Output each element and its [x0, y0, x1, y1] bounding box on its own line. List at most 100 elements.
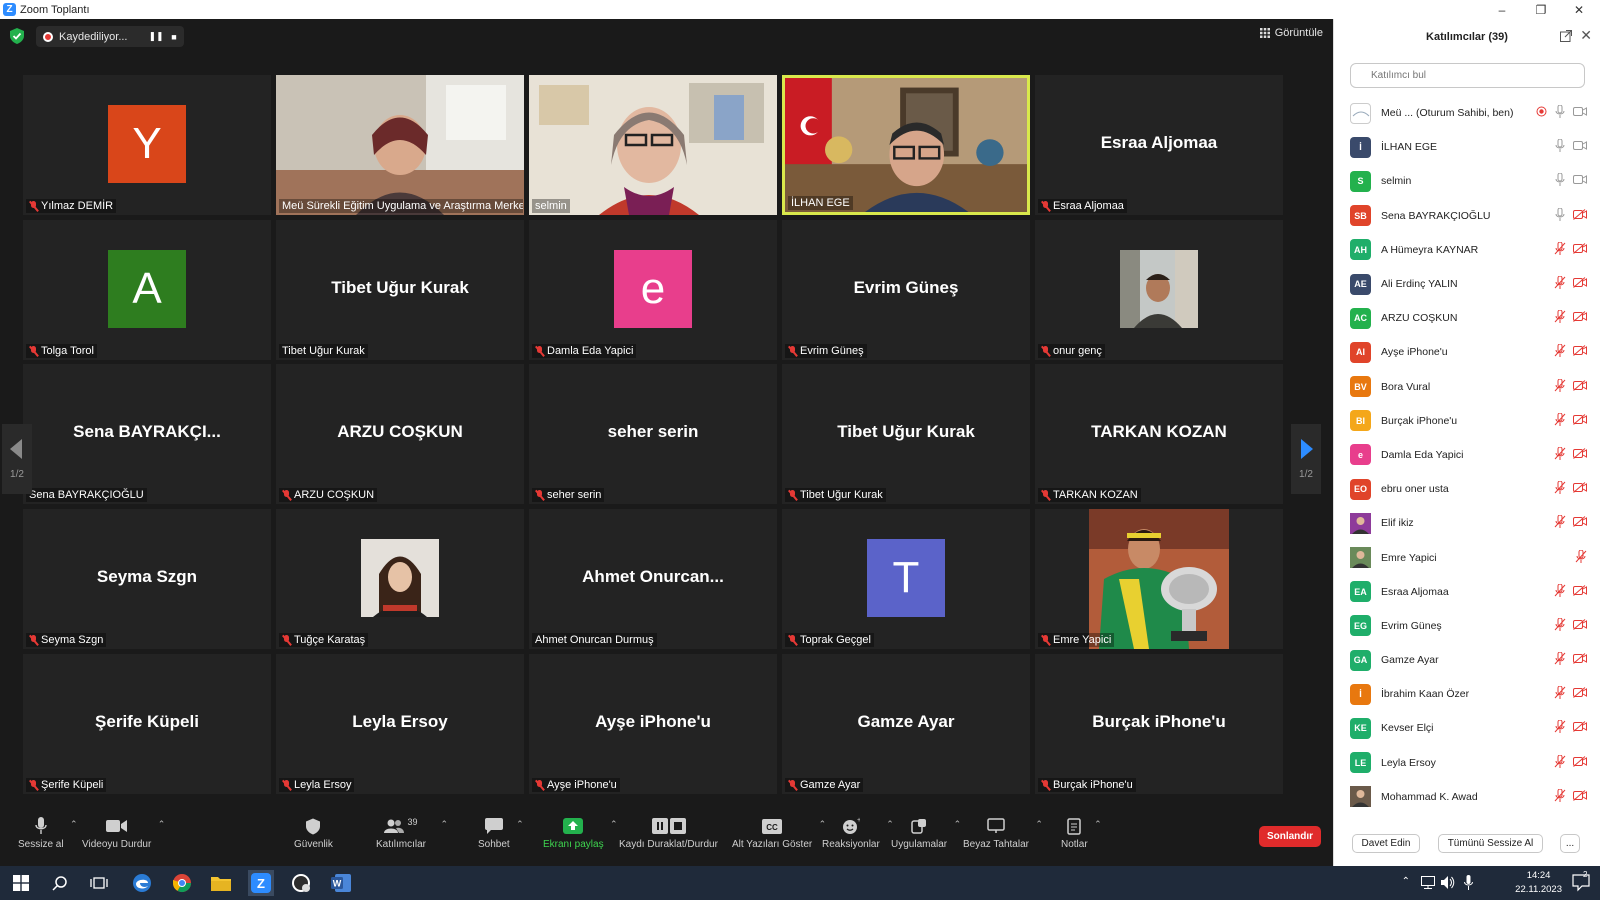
participant-list-item[interactable]: Elif ikiz	[1334, 506, 1600, 540]
video-off-icon[interactable]	[1573, 413, 1587, 428]
invite-button[interactable]: Davet Edin	[1352, 834, 1420, 853]
muted-microphone-icon[interactable]	[1554, 719, 1566, 736]
participant-list-item[interactable]: AC ARZU COŞKUN	[1334, 301, 1600, 335]
participant-list-item[interactable]: KE Kevser Elçi	[1334, 711, 1600, 745]
participant-list-item[interactable]: Mohammad K. Awad	[1334, 780, 1600, 814]
participant-tile[interactable]: Ahmet Onurcan... Ahmet Onurcan Durmuş	[529, 509, 777, 649]
participant-list-item[interactable]: LE Leyla Ersoy	[1334, 746, 1600, 780]
participant-tile[interactable]: Tibet Uğur Kurak Tibet Uğur Kurak	[276, 220, 524, 360]
stop-video-button[interactable]: Videoyu Durdur ⌃	[82, 817, 165, 850]
participant-list-item[interactable]: Sselmin	[1334, 164, 1600, 198]
pause-recording-button[interactable]: ❚❚	[147, 28, 165, 46]
participant-list-item[interactable]: e Damla Eda Yapici	[1334, 438, 1600, 472]
zoom-taskbar-icon[interactable]: Z	[248, 870, 274, 896]
encryption-shield-icon[interactable]	[10, 28, 24, 44]
video-off-icon[interactable]	[1573, 721, 1587, 735]
pause-stop-recording-button[interactable]: Kaydı Duraklat/Durdur	[619, 817, 718, 850]
participant-tile[interactable]: Şerife Küpeli Şerife Küpeli	[23, 654, 271, 794]
search-taskbar-icon[interactable]	[49, 872, 71, 894]
tray-microphone-icon[interactable]	[1464, 875, 1473, 890]
close-panel-icon[interactable]: ✕	[1580, 27, 1592, 44]
video-off-icon[interactable]	[1573, 311, 1587, 325]
participant-list-item[interactable]: AE Ali Erdinç YALIN	[1334, 267, 1600, 301]
microphone-icon[interactable]	[1554, 104, 1566, 121]
more-options-button[interactable]: ...	[1560, 834, 1580, 853]
video-off-icon[interactable]	[1573, 653, 1587, 667]
participant-list-item[interactable]: İ İLHAN EGE	[1334, 130, 1600, 164]
muted-microphone-icon[interactable]	[1554, 241, 1566, 258]
captions-button[interactable]: CC Alt Yazıları Göster ⌃	[732, 817, 826, 850]
muted-microphone-icon[interactable]	[1554, 275, 1566, 292]
apps-button[interactable]: Uygulamalar ⌃	[891, 817, 961, 850]
tray-overflow-chevron-icon[interactable]: ⌃	[1402, 876, 1410, 887]
participant-list-item[interactable]: EG Evrim Güneş	[1334, 609, 1600, 643]
participant-list-item[interactable]: Meü ... (Oturum Sahibi, ben)	[1334, 96, 1600, 130]
participant-tile[interactable]: Emre Yapici	[1035, 509, 1283, 649]
network-icon[interactable]	[1421, 876, 1435, 889]
participant-list-item[interactable]: EO ebru oner usta	[1334, 472, 1600, 506]
participants-options-caret-icon[interactable]: ⌃	[440, 819, 448, 830]
video-off-icon[interactable]	[1573, 789, 1587, 804]
edge-browser-icon[interactable]	[131, 872, 153, 894]
taskbar-clock[interactable]: 14:24 22.11.2023	[1515, 869, 1562, 897]
video-off-icon[interactable]	[1573, 687, 1587, 701]
participant-tile[interactable]: Sena BAYRAKÇI... Sena BAYRAKÇIOĞLU	[23, 364, 271, 504]
video-off-icon[interactable]	[1573, 516, 1587, 530]
participant-list-item[interactable]: AI Ayşe iPhone'u	[1334, 335, 1600, 369]
participant-tile[interactable]: Burçak iPhone'u Burçak iPhone'u	[1035, 654, 1283, 794]
microphone-icon[interactable]	[1554, 138, 1566, 155]
participant-tile[interactable]: Seyma Szgn Seyma Szgn	[23, 509, 271, 649]
stop-recording-button[interactable]: ■	[165, 28, 183, 46]
participant-list-item[interactable]: AH A Hümeyra KAYNAR	[1334, 233, 1600, 267]
muted-microphone-icon[interactable]	[1554, 343, 1566, 360]
video-camera-icon[interactable]	[1573, 140, 1587, 154]
participant-tile[interactable]: ARZU COŞKUN ARZU COŞKUN	[276, 364, 524, 504]
share-options-caret-icon[interactable]: ⌃	[610, 819, 618, 830]
mute-all-button[interactable]: Tümünü Sessize Al	[1438, 834, 1543, 853]
close-window-button[interactable]: ✕	[1561, 0, 1597, 19]
participant-tile[interactable]: Meü Sürekli Eğitim Uygulama ve Araştırma…	[276, 75, 524, 215]
volume-icon[interactable]	[1441, 876, 1455, 889]
video-off-icon[interactable]	[1573, 448, 1587, 462]
video-off-icon[interactable]	[1573, 584, 1587, 599]
participant-tile[interactable]: Esraa Aljomaa Esraa Aljomaa	[1035, 75, 1283, 215]
video-off-icon[interactable]	[1573, 482, 1587, 496]
participant-list-item[interactable]: BI Burçak iPhone'u	[1334, 404, 1600, 438]
video-off-icon[interactable]	[1573, 345, 1587, 359]
task-view-icon[interactable]	[88, 872, 110, 894]
apps-options-caret-icon[interactable]: ⌃	[954, 819, 962, 830]
previous-page-button[interactable]: 1/2	[2, 424, 32, 494]
muted-microphone-icon[interactable]	[1554, 617, 1566, 634]
muted-microphone-icon[interactable]	[1554, 446, 1566, 463]
security-button[interactable]: Güvenlik	[294, 817, 333, 850]
chat-options-caret-icon[interactable]: ⌃	[516, 819, 524, 830]
video-off-icon[interactable]	[1573, 208, 1587, 223]
next-page-button[interactable]: 1/2	[1291, 424, 1321, 494]
muted-microphone-icon[interactable]	[1554, 480, 1566, 497]
mute-button[interactable]: Sessize al ⌃	[18, 817, 78, 850]
notes-button[interactable]: Notlar ⌃	[1061, 817, 1102, 850]
end-meeting-button[interactable]: Sonlandır	[1259, 826, 1321, 847]
minimize-button[interactable]: –	[1484, 0, 1520, 19]
participant-tile[interactable]: Y Yılmaz DEMİR	[23, 75, 271, 215]
restore-button[interactable]: ❐	[1523, 0, 1559, 19]
reactions-button[interactable]: + Reaksiyonlar ⌃	[822, 817, 894, 850]
view-button[interactable]: Görüntüle	[1259, 27, 1323, 39]
word-icon[interactable]: W	[330, 872, 352, 894]
participant-search-input[interactable]	[1350, 63, 1585, 88]
participant-list-item[interactable]: EA Esraa Aljomaa	[1334, 575, 1600, 609]
video-camera-icon[interactable]	[1573, 174, 1587, 188]
muted-microphone-icon[interactable]	[1554, 754, 1566, 771]
participant-list-item[interactable]: İ İbrahim Kaan Özer	[1334, 677, 1600, 711]
participant-tile[interactable]: e Damla Eda Yapici	[529, 220, 777, 360]
whatsapp-icon[interactable]	[290, 872, 312, 894]
muted-microphone-icon[interactable]	[1575, 549, 1587, 566]
microphone-icon[interactable]	[1554, 172, 1566, 189]
participant-tile[interactable]: T Toprak Geçgel	[782, 509, 1030, 649]
participant-tile[interactable]: Leyla Ersoy Leyla Ersoy	[276, 654, 524, 794]
muted-microphone-icon[interactable]	[1554, 583, 1566, 600]
participant-tile[interactable]: TARKAN KOZAN TARKAN KOZAN	[1035, 364, 1283, 504]
participant-list-item[interactable]: BV Bora Vural	[1334, 370, 1600, 404]
windows-start-icon[interactable]	[10, 872, 32, 894]
participant-tile[interactable]: A Tolga Torol	[23, 220, 271, 360]
